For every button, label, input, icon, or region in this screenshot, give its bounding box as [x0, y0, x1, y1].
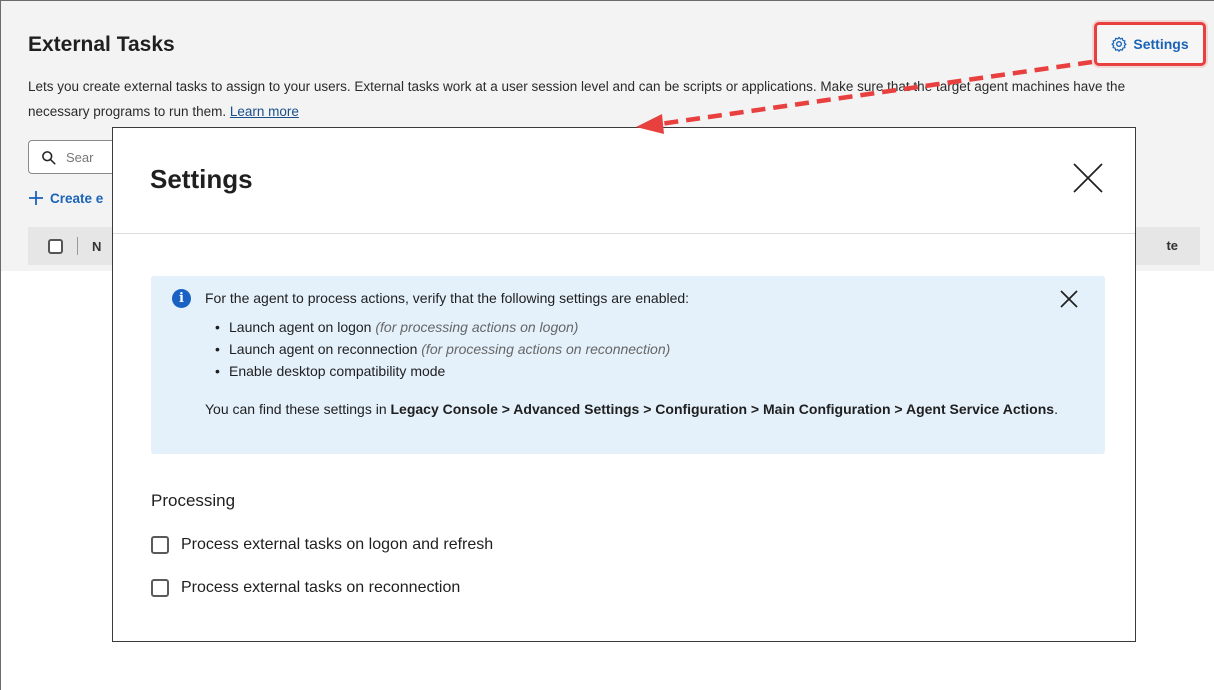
info-icon: i	[172, 289, 191, 308]
settings-path: Legacy Console > Advanced Settings > Con…	[390, 401, 1055, 417]
search-input[interactable]: Sear	[28, 140, 118, 174]
learn-more-link[interactable]: Learn more	[230, 104, 299, 119]
modal-divider	[113, 233, 1135, 234]
checkbox[interactable]	[151, 536, 169, 554]
info-banner: i For the agent to process actions, veri…	[151, 276, 1105, 454]
option-reconnection[interactable]: Process external tasks on reconnection	[151, 579, 460, 597]
create-label: Create e	[50, 190, 104, 206]
select-all-checkbox[interactable]	[48, 238, 63, 254]
search-icon	[42, 150, 56, 165]
header-column-name[interactable]: N	[92, 239, 101, 254]
gear-icon	[1111, 36, 1127, 52]
close-icon[interactable]	[1068, 158, 1108, 198]
settings-modal: Settings i For the agent to process acti…	[112, 127, 1136, 642]
banner-close-icon[interactable]	[1057, 287, 1081, 311]
banner-lead: For the agent to process actions, verify…	[205, 290, 690, 306]
checkbox[interactable]	[151, 579, 169, 597]
search-placeholder: Sear	[66, 149, 94, 165]
modal-title: Settings	[150, 164, 253, 194]
banner-list-item: • Launch agent on reconnection (for proce…	[215, 341, 671, 357]
processing-heading: Processing	[151, 491, 236, 510]
banner-footer: You can find these settings in Legacy Co…	[205, 401, 1058, 417]
option-label: Process external tasks on logon and refr…	[181, 536, 494, 553]
option-logon-refresh[interactable]: Process external tasks on logon and refr…	[151, 536, 493, 554]
header-column-date[interactable]: te	[1166, 238, 1178, 253]
banner-list-item: • Enable desktop compatibility mode	[215, 363, 446, 379]
description-text: Lets you create external tasks to assign…	[28, 79, 1126, 119]
settings-label: Settings	[1133, 36, 1189, 52]
header-divider	[77, 237, 78, 255]
create-task-button[interactable]: Create e	[28, 190, 103, 206]
page-title: External Tasks	[28, 33, 175, 56]
settings-button[interactable]: Settings	[1094, 22, 1206, 66]
plus-icon	[29, 191, 43, 205]
option-label: Process external tasks on reconnection	[181, 579, 461, 596]
banner-list: • Launch agent on logon (for processing a…	[215, 316, 670, 382]
page-description: Lets you create external tasks to assign…	[28, 74, 1188, 124]
banner-list-item: • Launch agent on logon (for processing a…	[215, 319, 579, 335]
